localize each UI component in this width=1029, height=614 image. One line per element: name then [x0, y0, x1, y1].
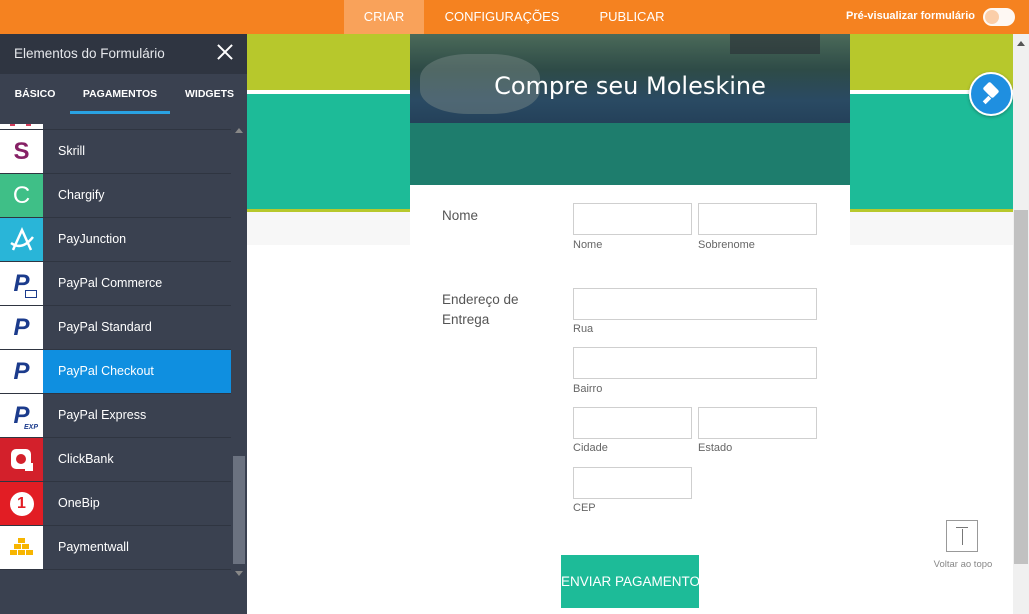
back-to-top-label[interactable]: Voltar ao topo	[923, 559, 1003, 570]
form-canvas: Compre seu Moleskine Nome Nome Sobrenome…	[247, 34, 1013, 614]
nome-label[interactable]: Nome	[442, 206, 478, 226]
paypal-express-icon: P EXP	[0, 394, 43, 437]
first-name-input[interactable]	[573, 203, 692, 235]
sidebar-item-paypal-commerce[interactable]: P PayPal Commerce	[0, 262, 231, 306]
state-input[interactable]	[698, 407, 817, 439]
cep-sublabel: CEP	[573, 502, 596, 514]
sidebar-title: Elementos do Formulário	[14, 46, 165, 61]
paymentwall-icon	[0, 526, 43, 569]
tab-widgets[interactable]: WIDGETS	[172, 74, 247, 114]
sidebar-item-label: Skrill	[58, 144, 86, 158]
sidebar-item-label: Chargify	[58, 188, 105, 202]
sidebar-scrollbar[interactable]	[231, 124, 247, 580]
sidebar-item-paymentwall[interactable]: Paymentwall	[0, 526, 231, 570]
cep-input[interactable]	[573, 467, 692, 499]
sidebar-item-chargify[interactable]: C Chargify	[0, 174, 231, 218]
street-input[interactable]	[573, 288, 817, 320]
city-input[interactable]	[573, 407, 692, 439]
clickbank-icon	[0, 438, 43, 481]
form-card: Compre seu Moleskine Nome Nome Sobrenome…	[410, 34, 850, 614]
form-title[interactable]: Compre seu Moleskine	[410, 72, 850, 100]
paypal-commerce-icon: P	[0, 262, 43, 305]
sidebar-item-label: OneBip	[58, 496, 100, 510]
sidebar-item-onebip[interactable]: 1 OneBip	[0, 482, 231, 526]
payment-gateway-list: S Skrill C Chargify PayJunction P PayPal…	[0, 124, 231, 580]
last-name-input[interactable]	[698, 203, 817, 235]
sidebar-item-label: Paymentwall	[58, 540, 129, 554]
close-icon[interactable]	[215, 42, 235, 62]
first-name-sublabel: Nome	[573, 239, 603, 251]
sidebar-item-paypal-express[interactable]: P EXP PayPal Express	[0, 394, 231, 438]
skrill-icon: S	[0, 130, 43, 173]
top-bar: CRIAR CONFIGURAÇÕES PUBLICAR Pré-visuali…	[0, 0, 1029, 34]
submit-payment-button[interactable]: ENVIAR PAGAMENTO	[561, 555, 699, 608]
payjunction-icon	[0, 218, 43, 261]
neighborhood-sublabel: Bairro	[573, 383, 603, 395]
preview-toggle[interactable]	[983, 8, 1015, 26]
sidebar-item-clickbank[interactable]: ClickBank	[0, 438, 231, 482]
back-to-top-icon[interactable]	[946, 520, 978, 552]
sidebar-item-label: PayPal Standard	[58, 320, 152, 334]
neighborhood-input[interactable]	[573, 347, 817, 379]
tab-basico[interactable]: BÁSICO	[0, 74, 70, 114]
sidebar-header: Elementos do Formulário	[0, 34, 247, 74]
street-sublabel: Rua	[573, 323, 594, 335]
partial-icon	[0, 124, 43, 129]
sidebar-item-paypal-checkout[interactable]: P PayPal Checkout	[0, 350, 231, 394]
paypal-checkout-icon: P	[0, 350, 43, 393]
paypal-standard-icon: P	[0, 306, 43, 349]
scroll-down-icon[interactable]	[235, 571, 243, 576]
sidebar-tabs: BÁSICO PAGAMENTOS WIDGETS	[0, 74, 247, 114]
sidebar-item-label: PayPal Commerce	[58, 276, 163, 290]
scroll-up-icon[interactable]	[1017, 41, 1025, 46]
tab-publicar[interactable]: PUBLICAR	[590, 0, 674, 34]
scroll-thumb[interactable]	[233, 456, 245, 564]
sidebar-item-label: PayPal Checkout	[58, 364, 154, 378]
last-name-sublabel: Sobrenome	[698, 239, 755, 251]
state-sublabel: Estado	[698, 442, 733, 454]
city-sublabel: Cidade	[573, 442, 608, 454]
address-label[interactable]: Endereço de Entrega	[442, 290, 542, 330]
sidebar-item-payjunction[interactable]: PayJunction	[0, 218, 231, 262]
tab-pagamentos[interactable]: PAGAMENTOS	[70, 74, 170, 114]
main-scrollbar[interactable]	[1013, 34, 1029, 614]
onebip-icon: 1	[0, 482, 43, 525]
sidebar-item-label: ClickBank	[58, 452, 114, 466]
sidebar-item-label: PayJunction	[58, 232, 127, 246]
scroll-up-icon[interactable]	[235, 128, 243, 133]
chargify-icon: C	[0, 174, 43, 217]
tab-configuracoes[interactable]: CONFIGURAÇÕES	[438, 0, 566, 34]
header-band	[410, 123, 850, 185]
sidebar-item-paypal-standard[interactable]: P PayPal Standard	[0, 306, 231, 350]
tab-criar[interactable]: CRIAR	[344, 0, 424, 34]
sidebar-item-skrill[interactable]: S Skrill	[0, 130, 231, 174]
preview-label: Pré-visualizar formulário	[846, 10, 975, 22]
paint-roller-icon[interactable]	[969, 72, 1013, 116]
sidebar-item-label: PayPal Express	[58, 408, 147, 422]
scroll-thumb[interactable]	[1014, 210, 1028, 564]
